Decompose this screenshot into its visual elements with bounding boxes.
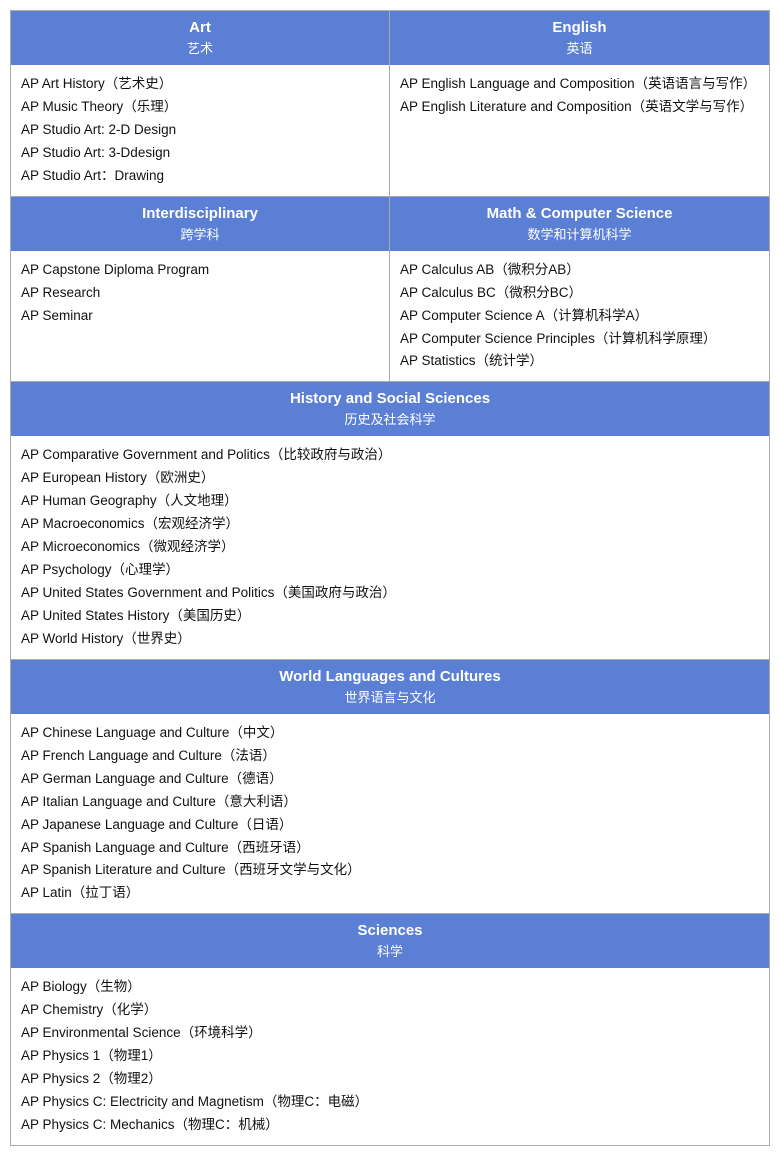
column-header: Art 艺术 — [11, 11, 389, 65]
section-header: World Languages and Cultures 世界语言与文化 — [11, 660, 769, 714]
header-zh: 数学和计算机科学 — [396, 224, 763, 243]
column: Art 艺术 AP Art History（艺术史）AP Music Theory（… — [11, 11, 390, 196]
header-zh: 英语 — [396, 38, 763, 57]
course-item: AP English Language and Composition（英语语言… — [400, 73, 759, 96]
course-item: AP Macroeconomics（宏观经济学） — [21, 513, 759, 536]
course-item: AP Calculus AB（微积分AB） — [400, 259, 759, 282]
course-item: AP English Literature and Composition（英语… — [400, 96, 759, 119]
course-item: AP Microeconomics（微观经济学） — [21, 536, 759, 559]
section-header: History and Social Sciences 历史及社会科学 — [11, 382, 769, 436]
course-item: AP Italian Language and Culture（意大利语） — [21, 791, 759, 814]
header-en: History and Social Sciences — [17, 390, 763, 407]
course-item: AP Research — [21, 282, 379, 305]
course-item: AP Studio Art：Drawing — [21, 165, 379, 188]
course-item: AP Studio Art: 2-D Design — [21, 119, 379, 142]
section-content: AP Comparative Government and Politics（比… — [11, 436, 769, 658]
course-item: AP Physics 2（物理2） — [21, 1068, 759, 1091]
course-item: AP Spanish Language and Culture（西班牙语） — [21, 837, 759, 860]
section-content: AP Biology（生物）AP Chemistry（化学）AP Environ… — [11, 968, 769, 1145]
section-content: AP Chinese Language and Culture（中文）AP Fr… — [11, 714, 769, 914]
column-content: AP Capstone Diploma ProgramAP ResearchAP… — [11, 251, 389, 336]
header-zh: 历史及社会科学 — [17, 409, 763, 428]
course-item: AP Computer Science A（计算机科学A） — [400, 305, 759, 328]
course-item: AP Chinese Language and Culture（中文） — [21, 722, 759, 745]
course-item: AP Physics C: Mechanics（物理C：机械） — [21, 1114, 759, 1137]
course-item: AP Music Theory（乐理） — [21, 96, 379, 119]
column-content: AP Art History（艺术史）AP Music Theory（乐理）AP… — [11, 65, 389, 196]
ap-courses-table: Art 艺术 AP Art History（艺术史）AP Music Theory（… — [10, 10, 770, 1146]
column-header: English 英语 — [390, 11, 769, 65]
course-item: AP Physics 1（物理1） — [21, 1045, 759, 1068]
header-en: Art — [17, 19, 383, 36]
course-item: AP Chemistry（化学） — [21, 999, 759, 1022]
header-en: Sciences — [17, 922, 763, 939]
course-item: AP Comparative Government and Politics（比… — [21, 444, 759, 467]
course-item: AP Computer Science Principles（计算机科学原理） — [400, 328, 759, 351]
column-content: AP Calculus AB（微积分AB）AP Calculus BC（微积分B… — [390, 251, 769, 382]
header-zh: 世界语言与文化 — [17, 687, 763, 706]
course-item: AP Environmental Science（环境科学） — [21, 1022, 759, 1045]
course-item: AP Statistics（统计学） — [400, 350, 759, 373]
one-col-section: History and Social Sciences 历史及社会科学 AP Com… — [11, 382, 769, 659]
header-en: World Languages and Cultures — [17, 668, 763, 685]
course-item: AP Art History（艺术史） — [21, 73, 379, 96]
column-header: Math & Computer Science 数学和计算机科学 — [390, 197, 769, 251]
header-zh: 科学 — [17, 941, 763, 960]
two-col-section: Art 艺术 AP Art History（艺术史）AP Music Theory（… — [11, 11, 769, 197]
course-item: AP World History（世界史） — [21, 628, 759, 651]
course-item: AP Psychology（心理学） — [21, 559, 759, 582]
course-item: AP Spanish Literature and Culture（西班牙文学与… — [21, 859, 759, 882]
header-en: Interdisciplinary — [17, 205, 383, 222]
course-item: AP Biology（生物） — [21, 976, 759, 999]
course-item: AP European History（欧洲史） — [21, 467, 759, 490]
header-zh: 跨学科 — [17, 224, 383, 243]
column: Interdisciplinary 跨学科 AP Capstone Diploma … — [11, 197, 390, 382]
course-item: AP French Language and Culture（法语） — [21, 745, 759, 768]
one-col-section: Sciences 科学 AP Biology（生物）AP Chemistry（化学）… — [11, 914, 769, 1145]
course-item: AP Physics C: Electricity and Magnetism（… — [21, 1091, 759, 1114]
header-en: English — [396, 19, 763, 36]
header-zh: 艺术 — [17, 38, 383, 57]
course-item: AP Calculus BC（微积分BC） — [400, 282, 759, 305]
column-content: AP English Language and Composition（英语语言… — [390, 65, 769, 127]
column: English 英语 AP English Language and Composi… — [390, 11, 769, 196]
course-item: AP Seminar — [21, 305, 379, 328]
one-col-section: World Languages and Cultures 世界语言与文化 AP Ch… — [11, 660, 769, 915]
course-item: AP German Language and Culture（德语） — [21, 768, 759, 791]
section-header: Sciences 科学 — [11, 914, 769, 968]
course-item: AP Studio Art: 3-Ddesign — [21, 142, 379, 165]
two-col-section: Interdisciplinary 跨学科 AP Capstone Diploma … — [11, 197, 769, 383]
header-en: Math & Computer Science — [396, 205, 763, 222]
course-item: AP Latin（拉丁语） — [21, 882, 759, 905]
course-item: AP Japanese Language and Culture（日语） — [21, 814, 759, 837]
column: Math & Computer Science 数学和计算机科学 AP Calcul… — [390, 197, 769, 382]
column-header: Interdisciplinary 跨学科 — [11, 197, 389, 251]
course-item: AP Capstone Diploma Program — [21, 259, 379, 282]
course-item: AP United States Government and Politics… — [21, 582, 759, 605]
course-item: AP United States History（美国历史） — [21, 605, 759, 628]
course-item: AP Human Geography（人文地理） — [21, 490, 759, 513]
